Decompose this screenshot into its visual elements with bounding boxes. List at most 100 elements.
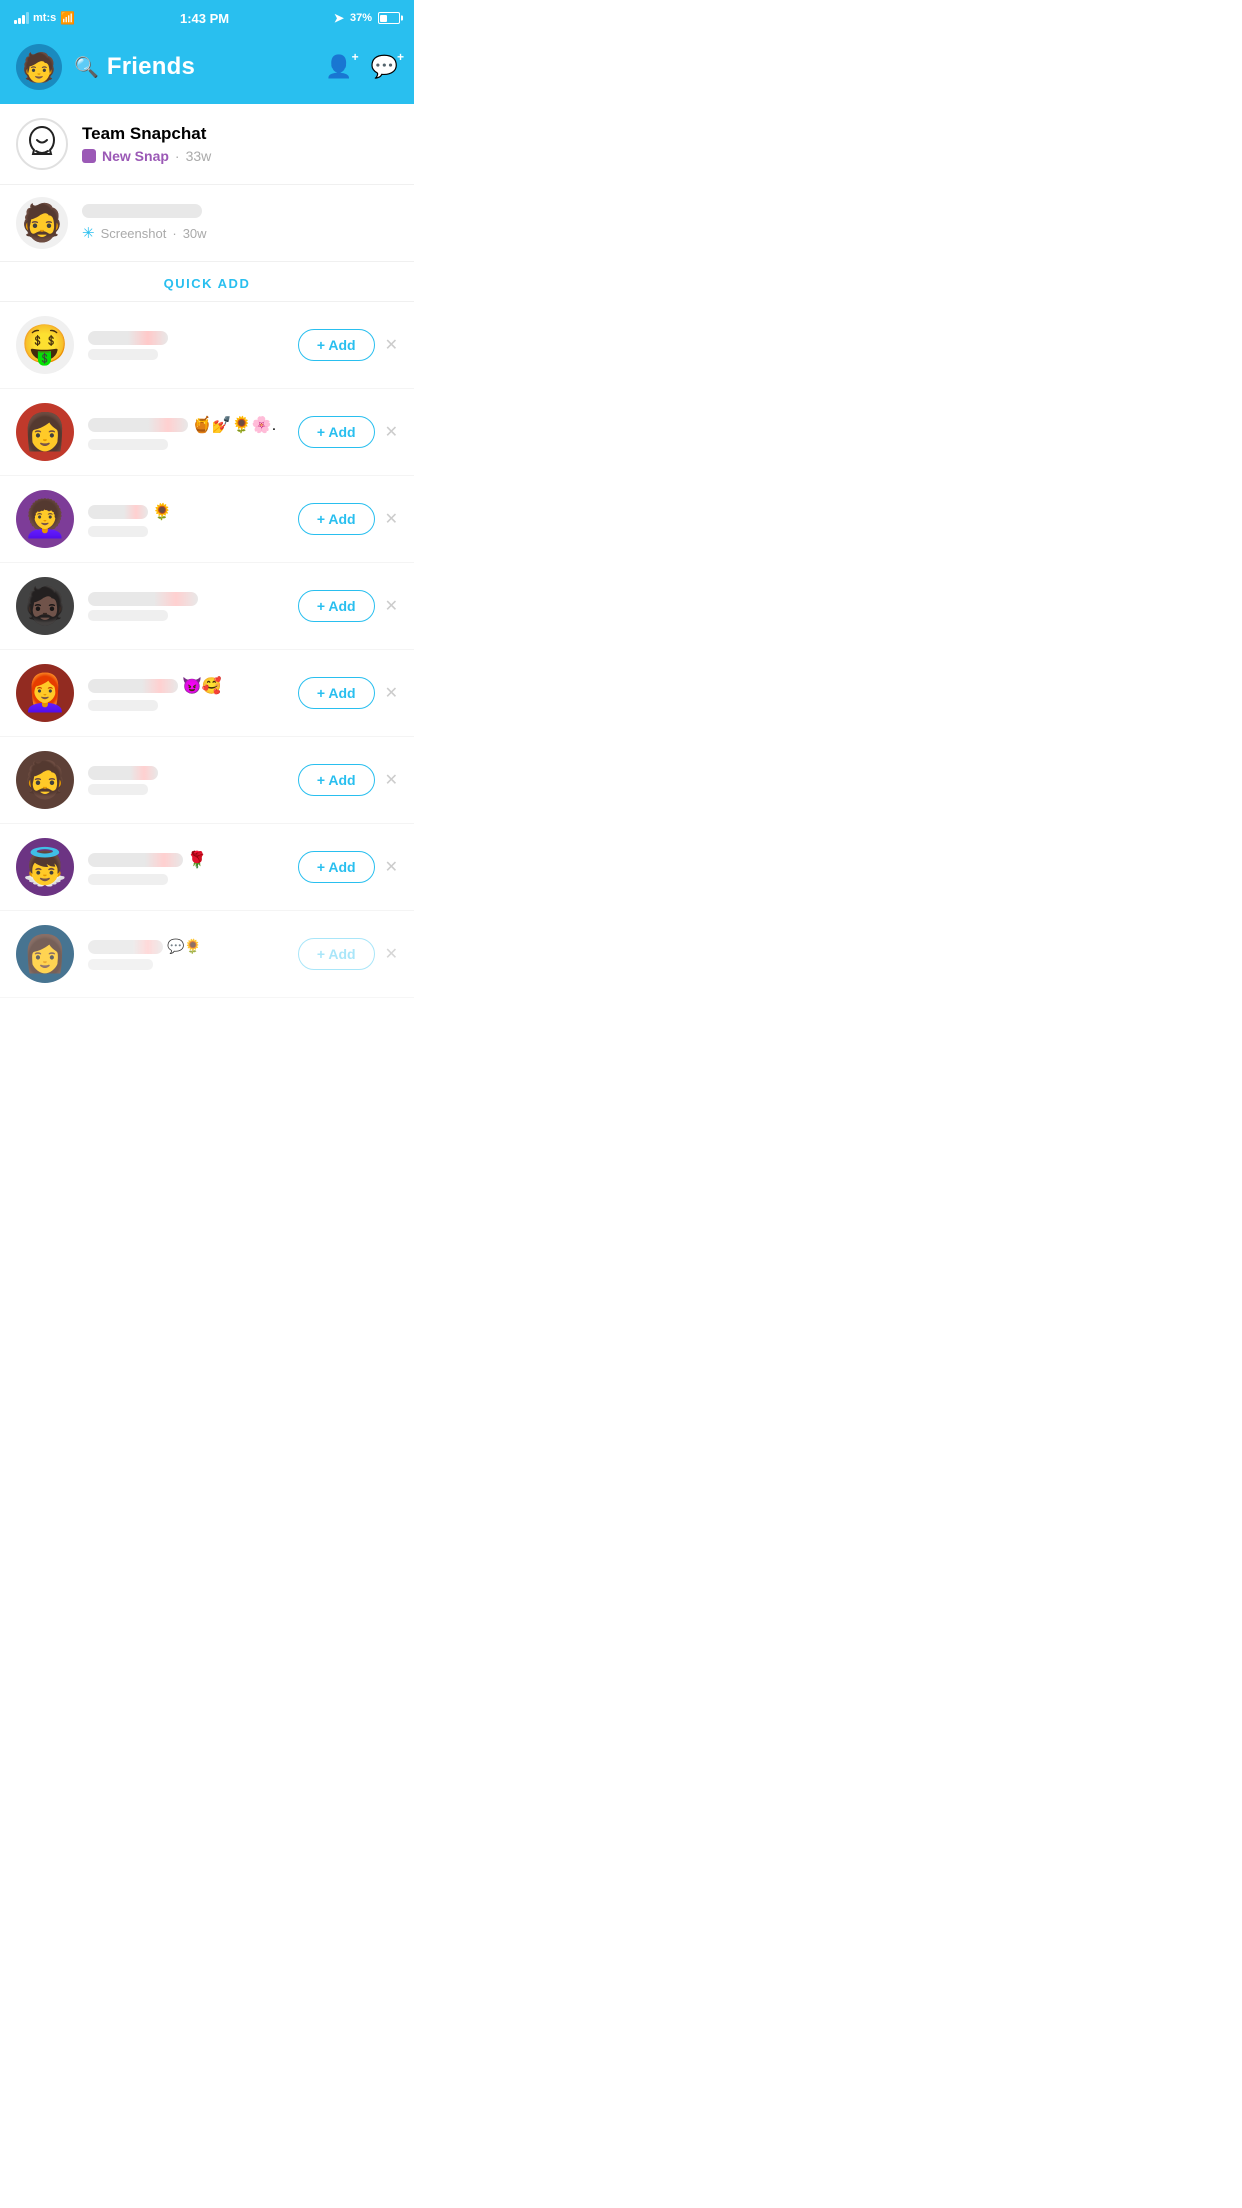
qa-avatar-8: 👩	[16, 925, 74, 983]
qa-actions-7: + Add ✕	[298, 851, 398, 883]
qa-avatar-7: 👼	[16, 838, 74, 896]
plus-add-friend: +	[352, 50, 359, 64]
header: 🧑 🔍 Friends 👤 + 💬 +	[0, 36, 414, 104]
search-icon[interactable]: 🔍	[74, 55, 99, 80]
dismiss-button-1[interactable]: ✕	[385, 335, 398, 355]
qa-actions-1: + Add ✕	[298, 329, 398, 361]
status-time: 1:43 PM	[180, 11, 229, 26]
qa-name-row-8: 💬🌻	[88, 938, 284, 955]
qa-actions-6: + Add ✕	[298, 764, 398, 796]
qa-name-row-4	[88, 592, 284, 606]
friend-time-dot: ·	[172, 226, 176, 241]
add-button-1[interactable]: + Add	[298, 329, 375, 361]
team-snapchat-info: Team Snapchat New Snap · 33w	[82, 124, 398, 164]
friend-time: 30w	[183, 226, 207, 241]
qa-name-blurred-7	[88, 853, 183, 867]
add-button-6[interactable]: + Add	[298, 764, 375, 796]
ts-time-value: 33w	[186, 148, 212, 164]
qa-name-blurred-5	[88, 679, 178, 693]
qa-info-6	[88, 766, 284, 795]
qa-sub-blurred-2	[88, 439, 168, 450]
quick-add-item-4: 🧔🏿 + Add ✕	[0, 563, 414, 650]
quick-add-label: QUICK ADD	[164, 276, 251, 291]
add-button-5[interactable]: + Add	[298, 677, 375, 709]
quick-add-item-8: 👩 💬🌻 + Add ✕	[0, 911, 414, 998]
add-button-2[interactable]: + Add	[298, 416, 375, 448]
quick-add-item-6: 🧔 + Add ✕	[0, 737, 414, 824]
ts-time: ·	[175, 148, 180, 164]
qa-actions-3: + Add ✕	[298, 503, 398, 535]
dismiss-button-4[interactable]: ✕	[385, 596, 398, 616]
battery-icon	[378, 12, 400, 24]
quick-add-item-1: 🤑 + Add ✕	[0, 302, 414, 389]
battery-percent: 37%	[350, 12, 372, 24]
qa-name-row-3: 🌻	[88, 502, 284, 522]
qa-sub-blurred-5	[88, 700, 158, 711]
snap-label: New Snap	[102, 148, 169, 164]
friends-container: Team Snapchat New Snap · 33w 🧔 ✳ Screens…	[0, 104, 414, 998]
qa-name-blurred-6	[88, 766, 158, 780]
user-avatar[interactable]: 🧑	[16, 44, 62, 90]
add-button-8[interactable]: + Add	[298, 938, 375, 970]
qa-avatar-3: 👩‍🦱	[16, 490, 74, 548]
team-snapchat-status: New Snap · 33w	[82, 148, 398, 164]
qa-info-4	[88, 592, 284, 621]
qa-name-blurred-8	[88, 940, 163, 954]
dismiss-button-3[interactable]: ✕	[385, 509, 398, 529]
qa-actions-5: + Add ✕	[298, 677, 398, 709]
qa-avatar-6: 🧔	[16, 751, 74, 809]
qa-sub-blurred-3	[88, 526, 148, 537]
qa-emoji-8: 💬🌻	[167, 938, 202, 955]
team-snapchat-row[interactable]: Team Snapchat New Snap · 33w	[0, 104, 414, 185]
qa-sub-blurred-1	[88, 349, 158, 360]
add-button-7[interactable]: + Add	[298, 851, 375, 883]
status-right: ➤ 37%	[334, 11, 400, 25]
qa-info-2: 🍯💅🌻🌸.	[88, 415, 284, 450]
screenshot-label: Screenshot	[101, 226, 167, 241]
dismiss-button-5[interactable]: ✕	[385, 683, 398, 703]
screenshot-icon: ✳	[82, 224, 95, 242]
team-snapchat-avatar	[16, 118, 68, 170]
snap-indicator	[82, 149, 96, 163]
quick-add-header: QUICK ADD	[0, 262, 414, 302]
qa-info-8: 💬🌻	[88, 938, 284, 970]
qa-info-5: 😈🥰	[88, 676, 284, 711]
qa-emoji-3: 🌻	[152, 502, 172, 522]
signal-bars	[14, 12, 29, 24]
add-friend-button[interactable]: 👤 +	[325, 54, 352, 80]
qa-actions-2: + Add ✕	[298, 416, 398, 448]
qa-sub-blurred-7	[88, 874, 168, 885]
team-snapchat-name: Team Snapchat	[82, 124, 398, 144]
add-button-4[interactable]: + Add	[298, 590, 375, 622]
qa-actions-4: + Add ✕	[298, 590, 398, 622]
qa-name-row-2: 🍯💅🌻🌸.	[88, 415, 284, 435]
qa-name-blurred-3	[88, 505, 148, 519]
dismiss-button-7[interactable]: ✕	[385, 857, 398, 877]
status-bar: mt:s 📶 1:43 PM ➤ 37%	[0, 0, 414, 36]
dismiss-button-6[interactable]: ✕	[385, 770, 398, 790]
qa-avatar-1: 🤑	[16, 316, 74, 374]
qa-sub-blurred-6	[88, 784, 148, 795]
dismiss-button-8[interactable]: ✕	[385, 944, 398, 964]
qa-actions-8: + Add ✕	[298, 938, 398, 970]
add-chat-button[interactable]: 💬 +	[371, 54, 398, 80]
header-title-area: 🔍 Friends	[74, 53, 313, 81]
qa-name-blurred-4	[88, 592, 198, 606]
add-button-3[interactable]: + Add	[298, 503, 375, 535]
dismiss-button-2[interactable]: ✕	[385, 422, 398, 442]
qa-sub-blurred-4	[88, 610, 168, 621]
qa-info-3: 🌻	[88, 502, 284, 537]
qa-emoji-2: 🍯💅🌻🌸.	[192, 415, 276, 435]
qa-sub-blurred-8	[88, 959, 153, 970]
qa-info-7: 🌹	[88, 850, 284, 885]
status-left: mt:s 📶	[14, 11, 75, 25]
friend-sub: ✳ Screenshot · 30w	[82, 224, 398, 242]
friend-row[interactable]: 🧔 ✳ Screenshot · 30w	[0, 185, 414, 262]
qa-avatar-2: 👩	[16, 403, 74, 461]
quick-add-item-3: 👩‍🦱 🌻 + Add ✕	[0, 476, 414, 563]
qa-name-blurred-1	[88, 331, 168, 345]
page-title: Friends	[107, 53, 195, 81]
wifi-icon: 📶	[60, 11, 75, 25]
friend-avatar-1: 🧔	[16, 197, 68, 249]
chat-icon: 💬	[371, 54, 398, 79]
